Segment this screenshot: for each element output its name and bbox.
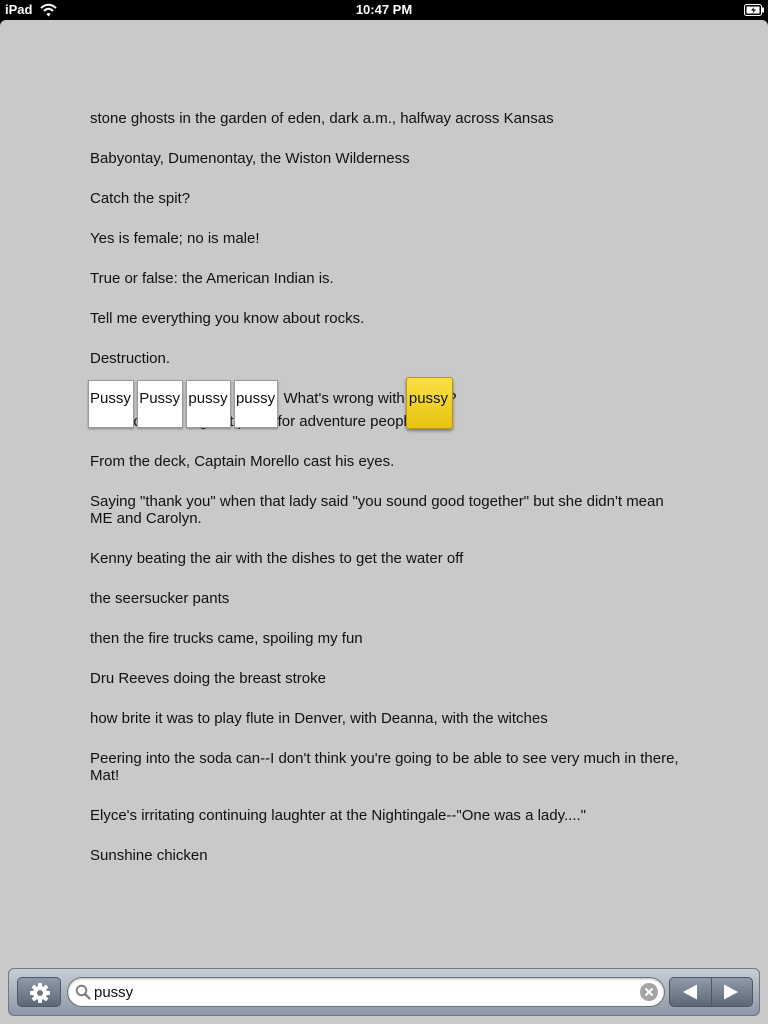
paragraph: how brite it was to play flute in Denver… (90, 710, 548, 727)
search-toolbar (8, 968, 760, 1016)
match-word: Pussy (90, 390, 131, 407)
triangle-left-icon (683, 984, 697, 1000)
current-search-match[interactable]: pussy (405, 377, 454, 429)
search-match[interactable]: Pussy (137, 380, 184, 428)
paragraph: Kenny beating the air with the dishes to… (90, 550, 464, 567)
text-run: . What's wrong with (275, 390, 409, 407)
paragraph: Yes is female; no is male! (90, 230, 260, 247)
paragraph: True or false: the American Indian is. (90, 270, 334, 287)
search-match[interactable]: pussy (186, 380, 231, 428)
gear-icon (30, 983, 50, 1003)
search-match-paragraph: Pussy, Pussy, pussy, pussy. What's wrong… (88, 377, 680, 429)
next-match-button[interactable] (711, 978, 752, 1006)
paragraph: the seersucker pants (90, 590, 230, 607)
match-word: pussy (235, 390, 276, 407)
paragraph: Saying "thank you" when that lady said "… (90, 493, 664, 527)
paragraph: Destruction. (90, 350, 171, 367)
paragraph: Elyce's irritating continuing laughter a… (90, 807, 586, 824)
previous-match-button[interactable] (670, 978, 712, 1006)
search-field[interactable] (67, 977, 665, 1007)
match-navigation (669, 977, 753, 1007)
settings-button[interactable] (17, 977, 61, 1007)
triangle-right-icon (724, 984, 738, 1000)
paragraph: Dru Reeves doing the breast stroke (90, 670, 326, 687)
paragraph: Tell me everything you know about rocks. (90, 310, 365, 327)
clear-search-icon[interactable] (640, 983, 658, 1001)
paragraph: then the fire trucks came, spoiling my f… (90, 630, 363, 647)
search-icon (75, 984, 91, 1000)
match-word: Pussy (139, 390, 181, 407)
paragraph: From the deck, Captain Morello cast his … (90, 453, 395, 470)
status-bar: iPad 10:47 PM (0, 0, 768, 20)
search-input[interactable] (94, 981, 634, 1003)
document-body: stone ghosts in the garden of eden, dark… (88, 110, 680, 887)
search-match[interactable]: Pussy (88, 380, 134, 428)
document-page: stone ghosts in the garden of eden, dark… (0, 20, 768, 1024)
battery-icon (744, 4, 764, 16)
paragraph: Babyontay, Dumenontay, the Wiston Wilder… (90, 150, 410, 167)
paragraph: Peering into the soda can--I don't think… (90, 750, 679, 784)
paragraph: stone ghosts in the garden of eden, dark… (90, 110, 554, 127)
match-word: pussy (188, 390, 228, 407)
status-time: 10:47 PM (355, 2, 413, 17)
match-word: pussy (408, 390, 449, 407)
search-match[interactable]: pussy (233, 380, 279, 428)
paragraph: Catch the spit? (90, 190, 191, 207)
paragraph: Sunshine chicken (90, 847, 208, 864)
